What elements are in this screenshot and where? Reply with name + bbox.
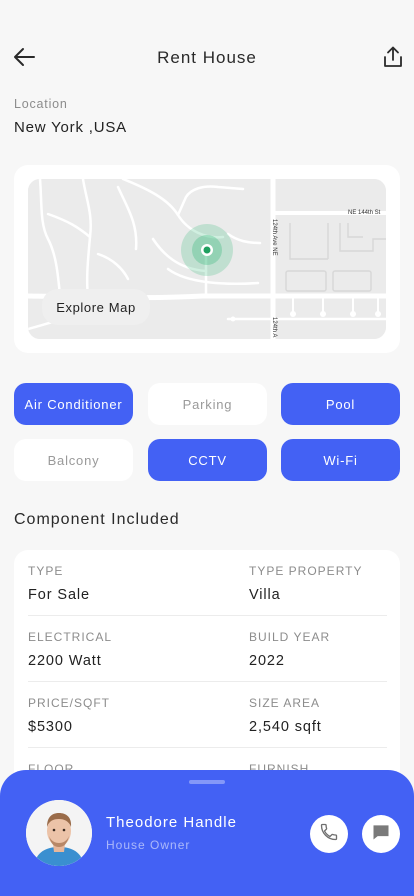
chip-air-conditioner[interactable]: Air Conditioner xyxy=(14,383,133,425)
chip-balcony[interactable]: Balcony xyxy=(14,439,133,481)
street-label: 124th Ave NE xyxy=(271,219,277,256)
location-label: Location xyxy=(14,97,68,111)
spec-value: $5300 xyxy=(28,719,73,735)
map-card: NE 144th St 124th Ave NE 124th A Explore… xyxy=(14,165,400,353)
chip-wifi[interactable]: Wi-Fi xyxy=(281,439,400,481)
spec-label: SIZE AREA xyxy=(249,696,321,710)
drag-handle[interactable] xyxy=(189,780,225,784)
spec-label: TYPE PROPERTY xyxy=(249,564,363,578)
owner-role: House Owner xyxy=(106,838,191,852)
phone-icon xyxy=(319,822,339,847)
spec-label: TYPE xyxy=(28,564,64,578)
message-button[interactable] xyxy=(362,815,400,853)
call-button[interactable] xyxy=(310,815,348,853)
chip-cctv[interactable]: CCTV xyxy=(148,439,267,481)
spec-value: Villa xyxy=(249,587,281,603)
street-label: NE 144th St xyxy=(348,210,381,216)
spec-cell: TYPE PROPERTY Villa xyxy=(249,550,362,603)
location-pin-icon xyxy=(203,246,211,254)
spec-cell: BUILD YEAR 2022 xyxy=(249,616,330,669)
share-upload-icon xyxy=(383,46,403,73)
spec-label: PRICE/SQFT xyxy=(28,696,111,710)
spec-value: 2200 Watt xyxy=(28,653,102,669)
spec-label: ELECTRICAL xyxy=(28,630,113,644)
page-title: Rent House xyxy=(157,48,257,67)
spec-row: ELECTRICAL 2200 Watt BUILD YEAR 2022 xyxy=(28,616,387,682)
share-button[interactable] xyxy=(380,45,406,73)
location-value: New York ,USA xyxy=(14,119,127,136)
spec-row: PRICE/SQFT $5300 SIZE AREA 2,540 sqft xyxy=(28,682,387,748)
avatar xyxy=(26,800,92,866)
spec-value: 2,540 sqft xyxy=(249,719,322,735)
chip-parking[interactable]: Parking xyxy=(148,383,267,425)
chat-bubble-icon xyxy=(371,822,391,847)
spec-value: For Sale xyxy=(28,587,90,603)
chip-pool[interactable]: Pool xyxy=(281,383,400,425)
spec-label: BUILD YEAR xyxy=(249,630,331,644)
owner-name: Theodore Handle xyxy=(106,814,237,831)
spec-cell: ELECTRICAL 2200 Watt xyxy=(28,616,112,669)
spec-cell: SIZE AREA 2,540 sqft xyxy=(249,682,322,735)
spec-cell: PRICE/SQFT $5300 xyxy=(28,682,110,735)
street-label: 124th A xyxy=(271,317,277,338)
map-view[interactable]: NE 144th St 124th Ave NE 124th A Explore… xyxy=(28,179,386,339)
section-title: Component Included xyxy=(14,511,180,528)
owner-panel[interactable]: Theodore Handle House Owner xyxy=(0,770,414,896)
spec-value: 2022 xyxy=(249,653,285,669)
explore-map-button[interactable]: Explore Map xyxy=(42,289,150,325)
spec-row: TYPE For Sale TYPE PROPERTY Villa xyxy=(28,550,387,616)
spec-cell: TYPE For Sale xyxy=(28,550,90,603)
